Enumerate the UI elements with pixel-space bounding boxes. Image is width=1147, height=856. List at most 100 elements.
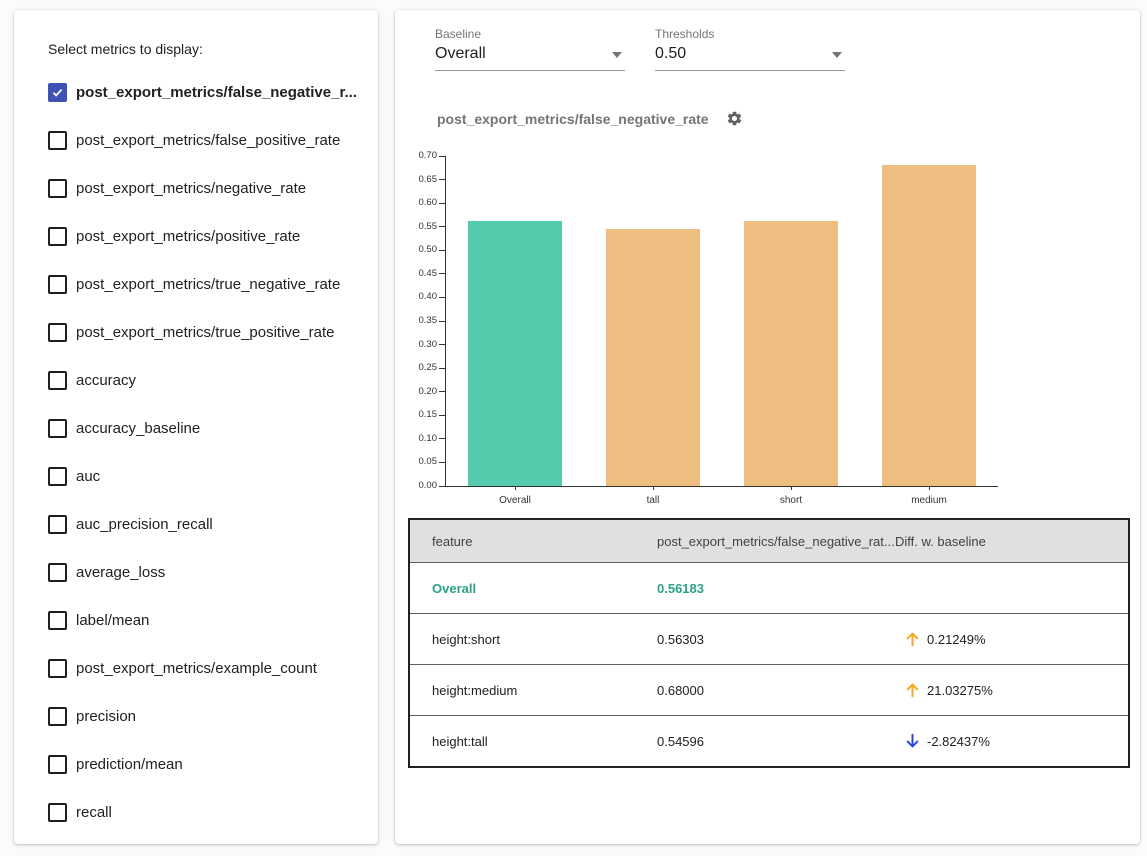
metric-selector-title: Select metrics to display: <box>48 41 203 57</box>
metric-item-post-export-metrics-negative-rate[interactable]: post_export_metrics/negative_rate <box>48 164 370 212</box>
cell-metric-value: 0.56303 <box>657 632 895 647</box>
y-axis-tick <box>439 226 446 227</box>
table-row: height:medium0.6800021.03275% <box>410 664 1128 715</box>
chevron-down-icon <box>832 52 842 58</box>
y-axis-tick <box>439 368 446 369</box>
thresholds-select-label: Thresholds <box>655 27 845 41</box>
y-axis-tick-label: 0.10 <box>408 433 437 445</box>
y-axis-tick-label: 0.45 <box>408 268 437 280</box>
x-axis-tick <box>929 486 930 490</box>
metric-label: post_export_metrics/example_count <box>76 660 317 677</box>
metric-label: average_loss <box>76 564 165 581</box>
table-header-row: feature post_export_metrics/false_negati… <box>410 520 1128 562</box>
checkbox[interactable] <box>48 83 67 102</box>
bar-overall[interactable] <box>468 221 562 486</box>
metric-label: recall <box>76 804 112 821</box>
checkbox[interactable] <box>48 131 67 150</box>
metric-item-post-export-metrics-true-negative-rate[interactable]: post_export_metrics/true_negative_rate <box>48 260 370 308</box>
metric-label: auc <box>76 468 100 485</box>
metric-label: post_export_metrics/false_positive_rate <box>76 132 340 149</box>
checkbox[interactable] <box>48 803 67 822</box>
y-axis-tick-label: 0.25 <box>408 362 437 374</box>
baseline-select-value[interactable]: Overall <box>435 41 625 71</box>
chevron-down-icon <box>612 52 622 58</box>
metrics-table: feature post_export_metrics/false_negati… <box>408 518 1130 768</box>
checkbox[interactable] <box>48 611 67 630</box>
cell-feature: height:tall <box>410 734 657 749</box>
metric-item-auc-precision-recall[interactable]: auc_precision_recall <box>48 500 370 548</box>
cell-feature: Overall <box>410 581 657 596</box>
settings-gear-button[interactable] <box>726 110 743 127</box>
checkbox[interactable] <box>48 179 67 198</box>
y-axis-tick <box>439 321 446 322</box>
y-axis-tick <box>439 250 446 251</box>
metric-item-accuracy-baseline[interactable]: accuracy_baseline <box>48 404 370 452</box>
checkbox[interactable] <box>48 755 67 774</box>
metric-item-accuracy[interactable]: accuracy <box>48 356 370 404</box>
checkbox[interactable] <box>48 467 67 486</box>
y-axis-tick-label: 0.30 <box>408 339 437 351</box>
metric-item-precision[interactable]: precision <box>48 692 370 740</box>
baseline-select[interactable]: Baseline Overall <box>435 27 625 71</box>
checkbox[interactable] <box>48 659 67 678</box>
arrow-down-icon <box>905 732 920 750</box>
cell-metric-value: 0.68000 <box>657 683 895 698</box>
metric-item-prediction-mean[interactable]: prediction/mean <box>48 740 370 788</box>
metric-selector-panel: Select metrics to display: post_export_m… <box>14 10 378 844</box>
metric-item-average-loss[interactable]: average_loss <box>48 548 370 596</box>
col-header-feature: feature <box>410 534 657 549</box>
bar-tall[interactable] <box>606 229 700 486</box>
y-axis-tick-label: 0.50 <box>408 244 437 256</box>
metrics-list: post_export_metrics/false_negative_r...p… <box>48 68 370 836</box>
checkbox[interactable] <box>48 563 67 582</box>
cell-metric-value: 0.54596 <box>657 734 895 749</box>
metric-item-post-export-metrics-false-positive-rate[interactable]: post_export_metrics/false_positive_rate <box>48 116 370 164</box>
arrow-up-icon <box>905 681 920 699</box>
cell-feature: height:medium <box>410 683 657 698</box>
checkbox[interactable] <box>48 707 67 726</box>
y-axis-tick <box>439 486 446 487</box>
y-axis-tick-label: 0.40 <box>408 291 437 303</box>
metric-item-post-export-metrics-true-positive-rate[interactable]: post_export_metrics/true_positive_rate <box>48 308 370 356</box>
y-axis-tick <box>439 438 446 439</box>
x-axis-tick <box>515 486 516 490</box>
chart-plot: 0.000.050.100.150.200.250.300.350.400.45… <box>445 156 998 487</box>
y-axis-tick-label: 0.65 <box>408 174 437 186</box>
thresholds-selected-option: 0.50 <box>655 45 686 62</box>
checkbox[interactable] <box>48 515 67 534</box>
table-row: Overall0.56183 <box>410 562 1128 613</box>
metric-item-auc[interactable]: auc <box>48 452 370 500</box>
x-axis-tick-label: medium <box>879 495 979 506</box>
col-header-metric: post_export_metrics/false_negative_rat..… <box>657 534 895 549</box>
y-axis-tick-label: 0.15 <box>408 409 437 421</box>
thresholds-select-value[interactable]: 0.50 <box>655 41 845 71</box>
metric-item-post-export-metrics-false-negative-r[interactable]: post_export_metrics/false_negative_r... <box>48 68 370 116</box>
metric-label: post_export_metrics/false_negative_r... <box>76 84 357 101</box>
checkbox[interactable] <box>48 323 67 342</box>
metric-item-post-export-metrics-positive-rate[interactable]: post_export_metrics/positive_rate <box>48 212 370 260</box>
col-header-diff: Diff. w. baseline <box>895 534 1128 549</box>
checkbox[interactable] <box>48 227 67 246</box>
metric-item-recall[interactable]: recall <box>48 788 370 836</box>
thresholds-select[interactable]: Thresholds 0.50 <box>655 27 845 71</box>
y-axis-tick <box>439 179 446 180</box>
bar-short[interactable] <box>744 221 838 486</box>
y-axis-tick <box>439 344 446 345</box>
table-row: height:short0.563030.21249% <box>410 613 1128 664</box>
checkbox[interactable] <box>48 371 67 390</box>
y-axis-tick-label: 0.00 <box>408 480 437 492</box>
bar-medium[interactable] <box>882 165 976 486</box>
y-axis-tick <box>439 273 446 274</box>
checkbox[interactable] <box>48 419 67 438</box>
y-axis-tick-label: 0.05 <box>408 456 437 468</box>
cell-diff: 21.03275% <box>895 681 1128 699</box>
checkbox[interactable] <box>48 275 67 294</box>
metric-item-label-mean[interactable]: label/mean <box>48 596 370 644</box>
diff-value: -2.82437% <box>927 734 990 749</box>
results-panel: Baseline Overall Thresholds 0.50 post_ex… <box>395 10 1140 844</box>
y-axis-tick <box>439 156 446 157</box>
x-axis-tick <box>791 486 792 490</box>
metric-item-post-export-metrics-example-count[interactable]: post_export_metrics/example_count <box>48 644 370 692</box>
chart-title: post_export_metrics/false_negative_rate <box>437 111 709 127</box>
y-axis-tick-label: 0.60 <box>408 197 437 209</box>
